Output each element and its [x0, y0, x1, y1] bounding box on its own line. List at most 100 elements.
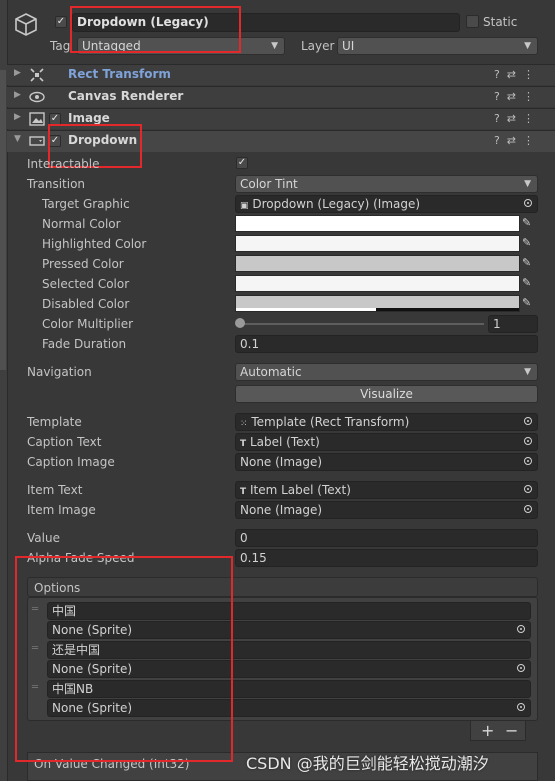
item-text-field[interactable]: T Item Label (Text) — [235, 481, 538, 499]
fade-duration-label: Fade Duration — [42, 337, 127, 351]
pressed-color-swatch[interactable] — [235, 255, 520, 272]
component-tools[interactable]: ?⇄⋮ — [494, 112, 541, 125]
alpha-fade-speed-field[interactable]: 0.15 — [235, 549, 538, 567]
more-icon[interactable]: ⋮ — [523, 68, 541, 81]
preset-icon[interactable]: ⇄ — [507, 90, 523, 103]
component-name: Canvas Renderer — [68, 89, 184, 103]
highlighted-color-swatch[interactable] — [235, 235, 520, 252]
layer-label: Layer — [301, 39, 335, 53]
highlighted-color-label: Highlighted Color — [42, 237, 147, 251]
foldout-arrow-icon[interactable]: ▶ — [14, 90, 21, 100]
navigation-label: Navigation — [27, 365, 92, 379]
caption-text-label: Caption Text — [27, 435, 102, 449]
alpha-bar-white — [236, 308, 376, 311]
interactable-label: Interactable — [27, 157, 100, 171]
active-checkbox[interactable]: ✓ — [55, 16, 67, 28]
layer-dropdown[interactable]: UI ▼ — [337, 37, 538, 55]
object-picker-icon[interactable] — [524, 199, 532, 207]
options-footer: + − — [470, 721, 526, 741]
chevron-down-icon: ▼ — [524, 367, 531, 377]
eyedropper-icon[interactable]: ✎ — [522, 256, 536, 270]
help-icon[interactable]: ? — [494, 112, 507, 125]
more-icon[interactable]: ⋮ — [523, 134, 541, 147]
object-picker-icon[interactable] — [517, 664, 525, 672]
transition-label: Transition — [27, 177, 86, 191]
selected-color-label: Selected Color — [42, 277, 130, 291]
object-picker-icon[interactable] — [524, 417, 532, 425]
normal-color-swatch[interactable] — [235, 215, 520, 232]
highlight-box-options — [15, 556, 233, 762]
eye-icon — [29, 90, 45, 104]
preset-icon[interactable]: ⇄ — [507, 112, 523, 125]
target-graphic-value: Dropdown (Legacy) (Image) — [252, 197, 421, 211]
component-rect-transform[interactable]: ▶ Rect Transform ?⇄⋮ — [7, 64, 555, 85]
more-icon[interactable]: ⋮ — [523, 90, 541, 103]
chevron-down-icon: ▼ — [524, 179, 531, 189]
caption-image-label: Caption Image — [27, 455, 115, 469]
image-icon: ▣ — [240, 201, 249, 211]
more-icon[interactable]: ⋮ — [523, 112, 541, 125]
caption-text-field[interactable]: T Label (Text) — [235, 433, 538, 451]
foldout-arrow-icon[interactable]: ▶ — [14, 112, 21, 122]
add-option-button[interactable]: + — [481, 721, 494, 740]
text-icon: T — [240, 439, 247, 449]
help-icon[interactable]: ? — [494, 68, 507, 81]
tag-label: Tag — [50, 39, 71, 53]
navigation-value: Automatic — [240, 365, 302, 379]
help-icon[interactable]: ? — [494, 134, 507, 147]
preset-icon[interactable]: ⇄ — [507, 134, 523, 147]
template-field[interactable]: ⁙ Template (Rect Transform) — [235, 413, 538, 431]
item-image-label: Item Image — [27, 503, 96, 517]
object-picker-icon[interactable] — [524, 505, 532, 513]
selected-color-swatch[interactable] — [235, 275, 520, 292]
alpha-bar-black — [376, 308, 519, 311]
object-picker-icon[interactable] — [517, 703, 525, 711]
component-name: Rect Transform — [68, 67, 171, 81]
eyedropper-icon[interactable]: ✎ — [522, 296, 536, 310]
interactable-checkbox[interactable]: ✓ — [236, 157, 248, 169]
eyedropper-icon[interactable]: ✎ — [522, 236, 536, 250]
component-canvas-renderer[interactable]: ▶ Canvas Renderer ?⇄⋮ — [7, 86, 555, 107]
multiplier-slider-track[interactable] — [240, 323, 484, 325]
caption-image-value: None (Image) — [240, 455, 323, 469]
help-icon[interactable]: ? — [494, 90, 507, 103]
transition-dropdown[interactable]: Color Tint ▼ — [235, 175, 538, 193]
image-icon — [29, 112, 45, 126]
pressed-color-label: Pressed Color — [42, 257, 124, 271]
component-tools[interactable]: ?⇄⋮ — [494, 68, 541, 81]
item-image-field[interactable]: None (Image) — [235, 501, 538, 519]
color-multiplier-field[interactable]: 1 — [488, 315, 538, 333]
layer-value: UI — [342, 39, 355, 53]
caption-image-field[interactable]: None (Image) — [235, 453, 538, 471]
navigation-dropdown[interactable]: Automatic ▼ — [235, 363, 538, 381]
preset-icon[interactable]: ⇄ — [507, 68, 523, 81]
highlight-box-name — [70, 6, 241, 53]
object-picker-icon[interactable] — [524, 437, 532, 445]
static-checkbox[interactable] — [466, 15, 479, 28]
transition-value: Color Tint — [240, 177, 298, 191]
color-multiplier-label: Color Multiplier — [42, 317, 134, 331]
item-image-value: None (Image) — [240, 503, 323, 517]
foldout-arrow-icon[interactable]: ▼ — [14, 134, 21, 144]
scrollbar-thumb[interactable] — [0, 70, 6, 370]
component-tools[interactable]: ?⇄⋮ — [494, 134, 541, 147]
normal-color-label: Normal Color — [42, 217, 121, 231]
eyedropper-icon[interactable]: ✎ — [522, 276, 536, 290]
visualize-button[interactable]: Visualize — [235, 385, 538, 403]
rect-transform-icon: ⁙ — [240, 419, 248, 429]
text-icon: T — [240, 487, 247, 497]
foldout-arrow-icon[interactable]: ▶ — [14, 68, 21, 78]
object-picker-icon[interactable] — [517, 625, 525, 633]
component-tools[interactable]: ?⇄⋮ — [494, 90, 541, 103]
fade-duration-field[interactable]: 0.1 — [235, 335, 538, 353]
multiplier-slider-thumb[interactable] — [235, 318, 245, 328]
eyedropper-icon[interactable]: ✎ — [522, 216, 536, 230]
remove-option-button[interactable]: − — [505, 721, 518, 740]
object-picker-icon[interactable] — [524, 485, 532, 493]
disabled-color-swatch[interactable] — [235, 295, 520, 312]
item-text-value: Item Label (Text) — [249, 483, 351, 497]
target-graphic-field[interactable]: ▣ Dropdown (Legacy) (Image) — [235, 195, 538, 213]
template-label: Template — [27, 415, 82, 429]
object-picker-icon[interactable] — [524, 457, 532, 465]
value-field[interactable]: 0 — [235, 529, 538, 547]
